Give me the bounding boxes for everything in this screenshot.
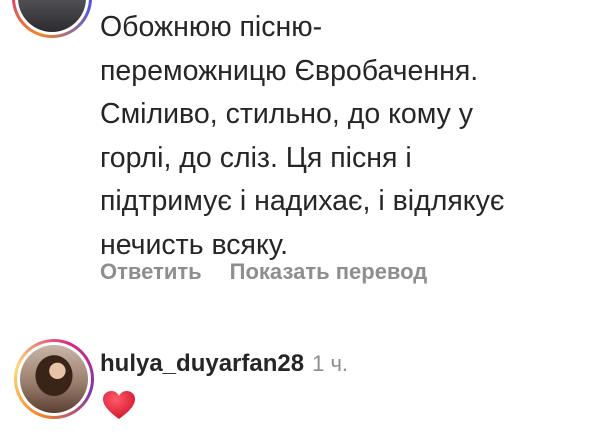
- avatar-photo: [18, 0, 86, 32]
- comment-header: hulya_duyarfan28 1 ч.: [100, 350, 348, 378]
- reply-button[interactable]: Ответить: [100, 259, 202, 285]
- red-heart-icon: [103, 391, 135, 419]
- comment-actions: Ответить Показать перевод: [100, 259, 427, 285]
- username-link[interactable]: hulya_duyarfan28: [100, 350, 304, 378]
- avatar-hulya[interactable]: [14, 339, 94, 419]
- show-translation-button[interactable]: Показать перевод: [230, 259, 428, 285]
- avatar-ring-inner: [17, 342, 91, 416]
- avatar[interactable]: [12, 0, 92, 38]
- avatar-ring-inner: [15, 0, 89, 35]
- comment-timestamp: 1 ч.: [312, 351, 349, 376]
- avatar-photo: [20, 345, 88, 413]
- comment-text: Обожнюю пісню- переможницю Євробачення. …: [100, 11, 505, 261]
